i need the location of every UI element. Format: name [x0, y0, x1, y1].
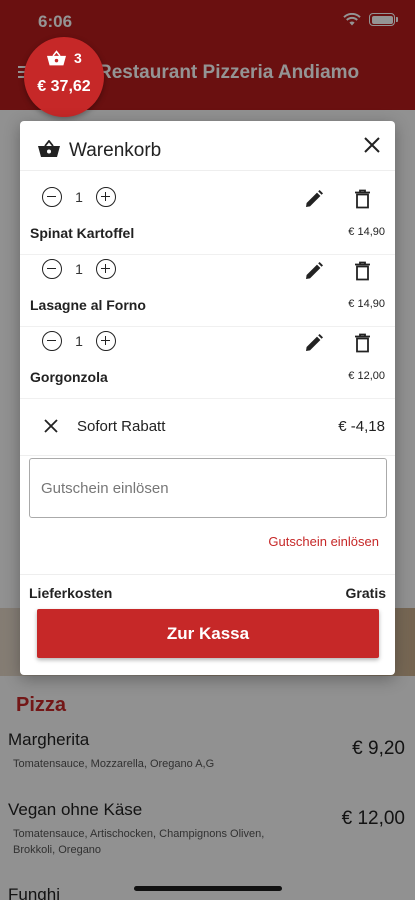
basket-icon: [47, 50, 66, 66]
cart-item: 1 Lasagne al Forno € 14,90: [20, 255, 395, 327]
redeem-voucher-link[interactable]: Gutschein einlösen: [268, 534, 379, 549]
cart-badge[interactable]: 3 € 37,62: [24, 37, 104, 117]
trash-icon[interactable]: [354, 189, 371, 209]
item-name: Spinat Kartoffel: [30, 225, 135, 241]
cart-item: 1 Gorgonzola € 12,00: [20, 327, 395, 399]
trash-icon[interactable]: [354, 261, 371, 281]
dialog-header: Warenkorb: [20, 121, 395, 171]
minus-icon[interactable]: [42, 259, 62, 279]
item-quantity: 1: [75, 333, 83, 349]
dialog-title: Warenkorb: [69, 140, 162, 161]
discount-row: Sofort Rabatt € -4,18: [20, 394, 395, 456]
edit-icon[interactable]: [304, 189, 324, 209]
cart-total: € 37,62: [37, 78, 91, 95]
delivery-row: Lieferkosten Gratis: [20, 574, 395, 602]
quantity-stepper: 1: [42, 259, 116, 279]
discount-value: € -4,18: [338, 418, 385, 435]
delivery-value: Gratis: [345, 585, 386, 601]
item-quantity: 1: [75, 189, 83, 205]
minus-icon[interactable]: [42, 187, 62, 207]
cart-count: 3: [74, 50, 82, 66]
item-quantity: 1: [75, 261, 83, 277]
plus-icon[interactable]: [96, 331, 116, 351]
checkout-button[interactable]: Zur Kassa: [37, 609, 379, 658]
quantity-stepper: 1: [42, 331, 116, 351]
trash-icon[interactable]: [354, 333, 371, 353]
cart-dialog: Warenkorb 1 Spinat Kartoffel € 14,90 1 L…: [20, 121, 395, 675]
minus-icon[interactable]: [42, 331, 62, 351]
item-price: € 14,90: [348, 298, 385, 310]
edit-icon[interactable]: [304, 261, 324, 281]
plus-icon[interactable]: [96, 259, 116, 279]
voucher-input[interactable]: [29, 458, 387, 518]
delivery-label: Lieferkosten: [29, 585, 113, 601]
item-name: Lasagne al Forno: [30, 297, 146, 313]
item-price: € 12,00: [348, 370, 385, 382]
discount-label: Sofort Rabatt: [77, 418, 166, 435]
cart-item: 1 Spinat Kartoffel € 14,90: [20, 183, 395, 255]
item-name: Gorgonzola: [30, 369, 108, 385]
home-indicator[interactable]: [134, 886, 282, 891]
edit-icon[interactable]: [304, 333, 324, 353]
item-price: € 14,90: [348, 226, 385, 238]
close-icon[interactable]: [44, 419, 58, 433]
close-icon[interactable]: [363, 136, 381, 154]
plus-icon[interactable]: [96, 187, 116, 207]
quantity-stepper: 1: [42, 187, 116, 207]
basket-icon: [38, 140, 60, 157]
